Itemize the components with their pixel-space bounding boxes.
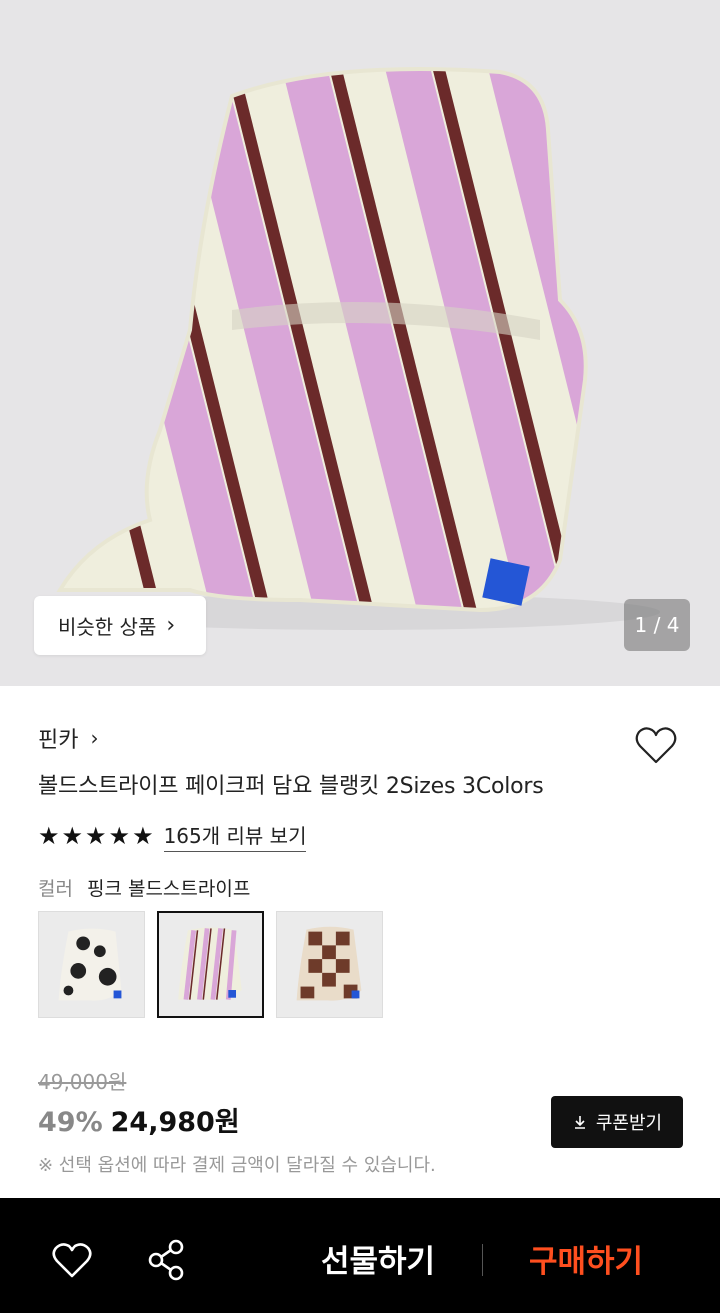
option-value: 핑크 볼드스트라이프 <box>86 878 251 900</box>
original-price: 49,000원 <box>38 1070 127 1094</box>
price-note: ※ 선택 옵션에 따라 결제 금액이 달라질 수 있습니다. <box>38 1155 436 1176</box>
price-row: 49% 24,980원 <box>38 1100 240 1139</box>
selected-option: 컬러 핑크 볼드스트라이프 <box>38 874 250 901</box>
download-icon <box>574 1116 585 1129</box>
buy-button[interactable]: 구매하기 <box>508 1230 664 1286</box>
similar-products-label: 비슷한 상품 <box>58 615 157 639</box>
brown-check-thumbnail <box>277 912 382 1017</box>
color-option-pink-stripe[interactable] <box>157 911 264 1018</box>
star-icon: ★ <box>38 822 60 850</box>
image-pager: 1 / 4 <box>624 599 690 651</box>
chevron-right-icon: › <box>166 613 176 638</box>
heart-icon[interactable] <box>50 1240 94 1280</box>
share-icon[interactable] <box>146 1238 188 1282</box>
review-link[interactable]: 165개 리뷰 보기 <box>163 820 307 852</box>
star-icon: ★ <box>61 822 84 850</box>
cow-pattern-thumbnail <box>39 912 144 1017</box>
coupon-label: 쿠폰받기 <box>595 1113 663 1134</box>
rating-row: ★ ★ ★ ★ ★ 165개 리뷰 보기 <box>38 820 307 852</box>
product-title: 볼드스트라이프 페이크퍼 담요 블랭킷 2Sizes 3Colors <box>38 774 544 799</box>
color-option-cow[interactable] <box>38 911 145 1018</box>
rating-stars: ★ ★ ★ ★ ★ <box>38 824 154 848</box>
star-icon: ★ <box>108 822 131 850</box>
sale-price: 24,980원 <box>110 1107 240 1138</box>
pink-stripe-thumbnail <box>159 913 262 1016</box>
divider <box>482 1244 483 1276</box>
discount-rate: 49% <box>38 1107 103 1138</box>
star-icon: ★ <box>132 822 154 850</box>
heart-icon[interactable] <box>632 722 680 770</box>
star-icon: ★ <box>85 822 107 850</box>
brand-name: 핀카 <box>38 728 79 753</box>
option-label: 컬러 <box>38 878 73 900</box>
gift-button[interactable]: 선물하기 <box>300 1230 456 1286</box>
similar-products-button[interactable]: 비슷한 상품 › <box>34 596 206 655</box>
color-option-brown-check[interactable] <box>276 911 383 1018</box>
bottom-action-bar: 선물하기 구매하기 <box>0 1198 720 1313</box>
chevron-right-icon: › <box>90 726 99 750</box>
product-photo <box>0 0 720 686</box>
brand-link[interactable]: 핀카 › <box>38 722 98 754</box>
coupon-button[interactable]: 쿠폰받기 <box>551 1096 683 1148</box>
product-image-carousel[interactable]: 비슷한 상품 › 1 / 4 <box>0 0 720 686</box>
color-options <box>38 911 383 1018</box>
